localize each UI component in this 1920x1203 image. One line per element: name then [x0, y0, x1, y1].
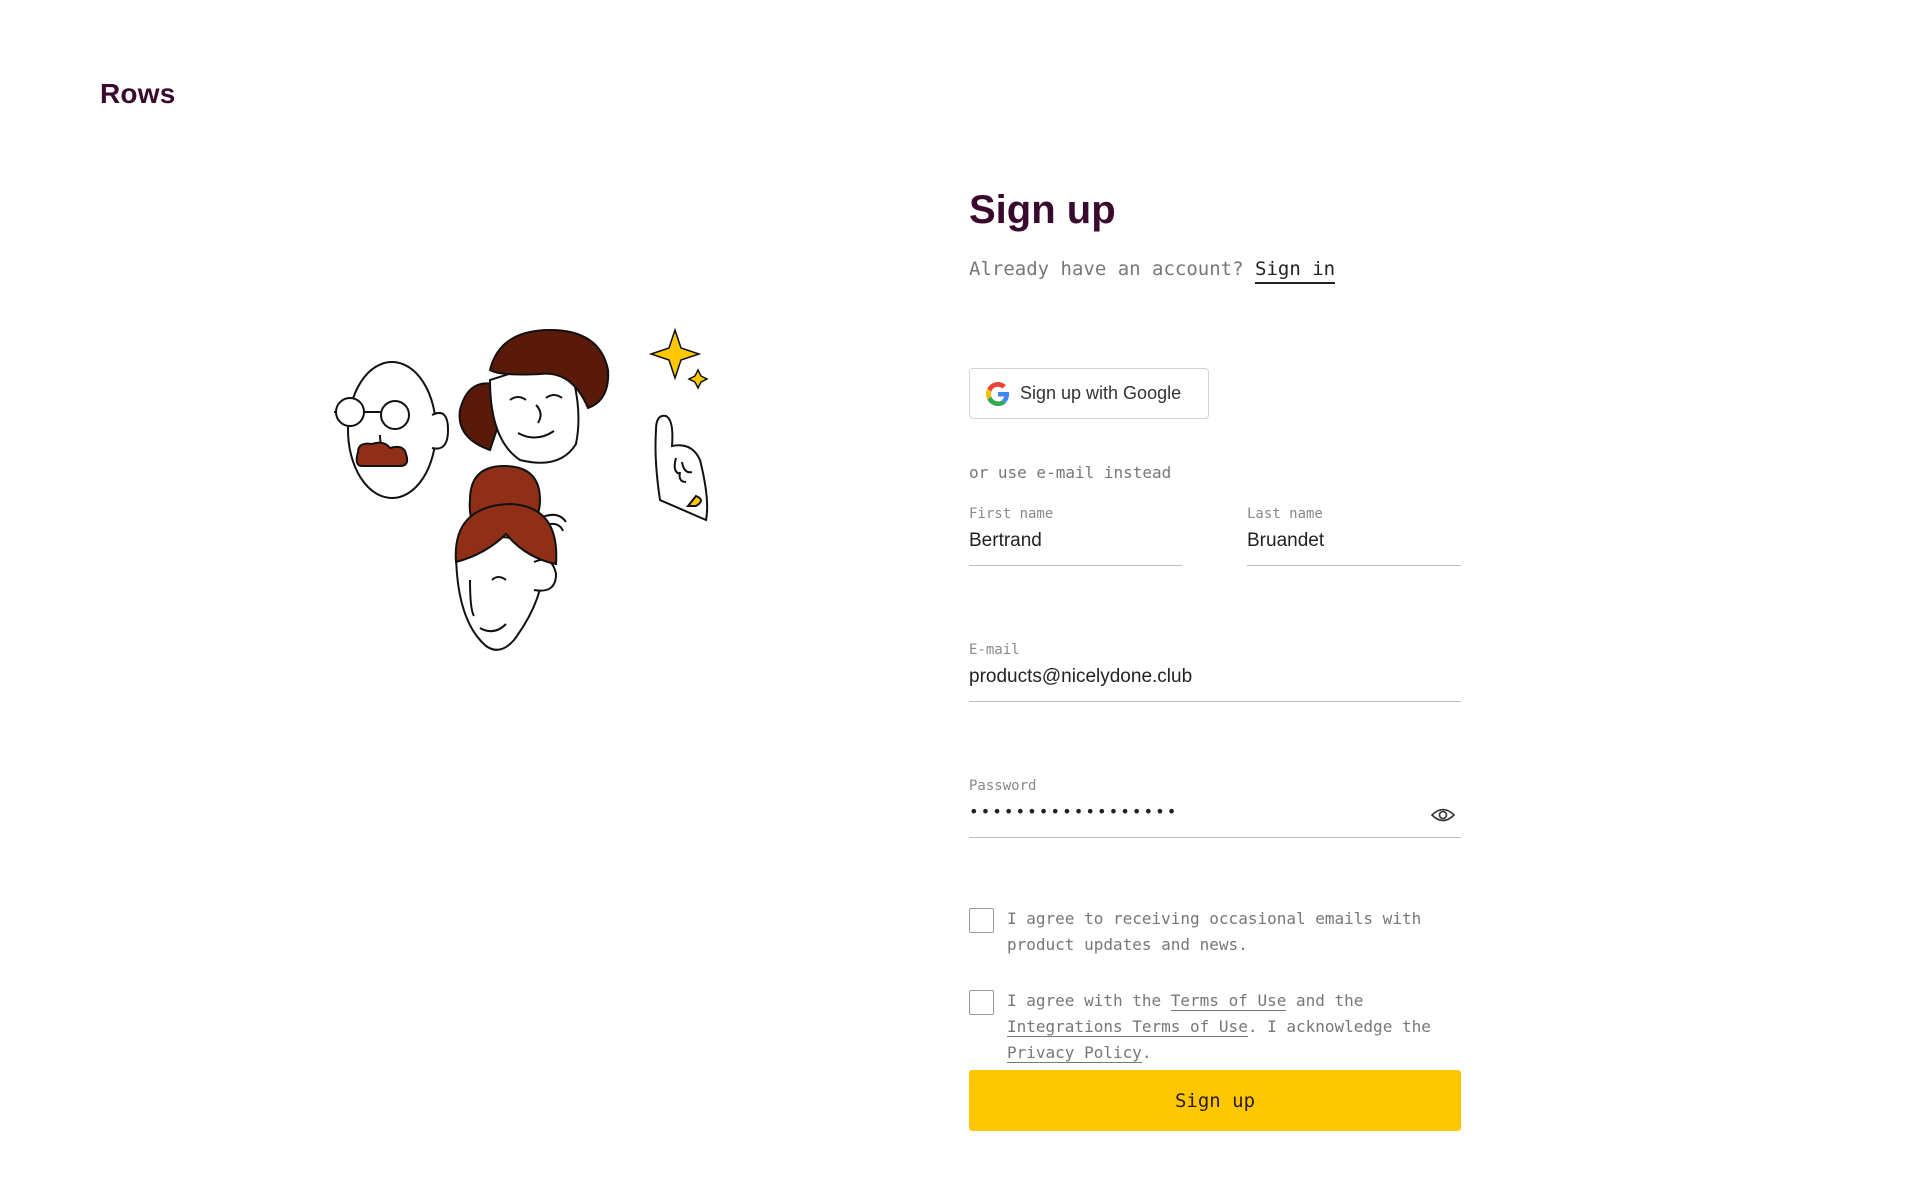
privacy-policy-link[interactable]: Privacy Policy	[1007, 1043, 1142, 1063]
pointing-hand	[654, 414, 709, 522]
sparkle-icon	[648, 327, 709, 390]
terms-consent-checkbox[interactable]	[969, 990, 994, 1015]
terms-of-use-link[interactable]: Terms of Use	[1170, 991, 1287, 1011]
marketing-consent-row: I agree to receiving occasional emails w…	[969, 906, 1461, 958]
terms-suffix: .	[1141, 1043, 1152, 1062]
eye-icon[interactable]	[1431, 806, 1455, 824]
terms-middle2: . I acknowledge the	[1247, 1017, 1431, 1036]
password-value: ••••••••••••••••••	[969, 802, 1179, 821]
last-name-label: Last name	[1247, 506, 1323, 522]
first-name-input[interactable]: Bertrand	[969, 530, 1182, 566]
email-label: E-mail	[969, 642, 1020, 658]
signup-button[interactable]: Sign up	[969, 1070, 1461, 1131]
last-name-field[interactable]: Last name Bruandet	[1247, 506, 1461, 566]
marketing-consent-checkbox[interactable]	[969, 908, 994, 933]
sign-in-link[interactable]: Sign in	[1255, 258, 1336, 284]
password-label: Password	[969, 778, 1037, 794]
first-name-label: First name	[969, 506, 1054, 522]
google-signup-button[interactable]: Sign up with Google	[969, 368, 1209, 419]
last-name-input[interactable]: Bruandet	[1247, 530, 1461, 566]
marketing-consent-text: I agree to receiving occasional emails w…	[1007, 909, 1422, 954]
old-man-face	[334, 361, 450, 499]
google-button-label: Sign up with Google	[1020, 383, 1182, 403]
terms-middle: and the	[1286, 991, 1364, 1010]
password-input[interactable]: ••••••••••••••••••	[969, 802, 1461, 838]
people-illustration	[334, 327, 709, 651]
email-input[interactable]: products@nicelydone.club	[969, 666, 1461, 702]
first-name-field[interactable]: First name Bertrand	[969, 506, 1182, 566]
terms-consent-text: I agree with the Terms of Use and the In…	[1007, 988, 1461, 1066]
page-title: Sign up	[969, 188, 1116, 232]
or-divider-text: or use e-mail instead	[969, 463, 1172, 482]
already-text: Already have an account?	[969, 258, 1244, 280]
password-field[interactable]: Password ••••••••••••••••••	[969, 778, 1461, 838]
terms-prefix: I agree with the	[1007, 991, 1171, 1010]
email-field[interactable]: E-mail products@nicelydone.club	[969, 642, 1461, 702]
woman-face	[458, 328, 610, 464]
terms-consent-row: I agree with the Terms of Use and the In…	[969, 988, 1461, 1066]
logo[interactable]: Rows	[100, 78, 175, 110]
integrations-terms-link[interactable]: Integrations Terms of Use	[1007, 1017, 1248, 1037]
bun-woman-face	[454, 464, 567, 651]
google-icon	[986, 381, 1010, 406]
already-have-account: Already have an account? Sign in	[969, 258, 1461, 284]
signup-form: Sign up Already have an account? Sign in…	[969, 188, 1461, 1131]
